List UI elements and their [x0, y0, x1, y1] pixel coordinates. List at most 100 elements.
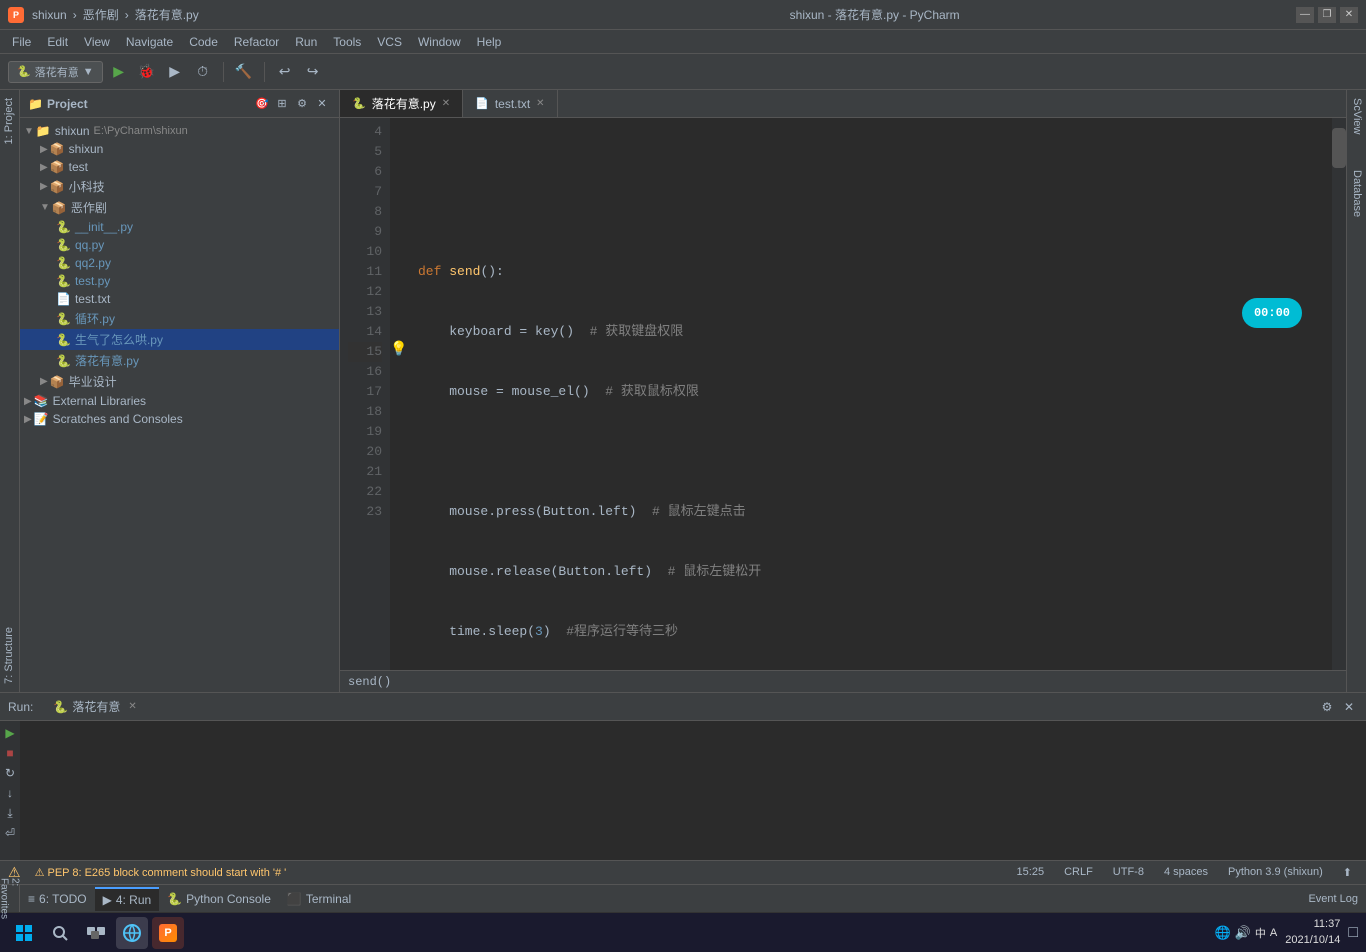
- hide-icon[interactable]: ✕: [313, 95, 331, 113]
- root-path: E:\PyCharm\shixun: [94, 125, 188, 137]
- menu-window[interactable]: Window: [410, 33, 469, 51]
- favorites-sidebar[interactable]: 2: Favorites: [0, 885, 20, 912]
- run-button[interactable]: ▶: [107, 60, 131, 84]
- tab-todo[interactable]: ≡ 6: TODO: [20, 888, 95, 910]
- tree-item-test-module[interactable]: ▶ 📦 test: [20, 158, 339, 176]
- tab-test-close[interactable]: ✕: [536, 98, 544, 109]
- code-line-5: def send():: [418, 262, 1324, 282]
- start-button[interactable]: [8, 917, 40, 949]
- taskbar-search[interactable]: [44, 917, 76, 949]
- run-play-btn[interactable]: ▶: [2, 725, 18, 741]
- init-icon: 🐍: [56, 220, 71, 234]
- menu-run[interactable]: Run: [287, 33, 325, 51]
- status-indent[interactable]: 4 spaces: [1158, 866, 1214, 879]
- status-encoding[interactable]: UTF-8: [1107, 866, 1150, 879]
- tab-python-console[interactable]: 🐍 Python Console: [159, 888, 279, 910]
- menu-file[interactable]: File: [4, 33, 39, 51]
- taskbar-taskview[interactable]: [80, 917, 112, 949]
- run-coverage-button[interactable]: ▶: [163, 60, 187, 84]
- gi-23: [390, 498, 410, 518]
- run-config-selector[interactable]: 🐍 落花有意 ▼: [8, 61, 103, 83]
- tree-root[interactable]: ▼ 📁 shixun E:\PyCharm\shixun: [20, 122, 339, 140]
- tree-item-scratches[interactable]: ▶ 📝 Scratches and Consoles: [20, 410, 339, 428]
- tree-item-qq2[interactable]: 🐍 qq2.py: [20, 254, 339, 272]
- systray-network[interactable]: 🌐: [1215, 925, 1231, 941]
- menu-tools[interactable]: Tools: [325, 33, 369, 51]
- menu-edit[interactable]: Edit: [39, 33, 76, 51]
- taskbar-pycharm[interactable]: P: [152, 917, 184, 949]
- tree-item-testpy[interactable]: 🐍 test.py: [20, 272, 339, 290]
- scview-tab[interactable]: ScView: [1347, 90, 1366, 142]
- gi-12: [390, 278, 410, 298]
- undo-button[interactable]: ↩: [273, 60, 297, 84]
- maximize-button[interactable]: ❐: [1318, 7, 1336, 23]
- tree-item-shengqi[interactable]: 🐍 生气了怎么哄.py: [20, 329, 339, 350]
- run-tab-luohua[interactable]: 🐍 落花有意 ✕: [45, 694, 144, 719]
- run-scroll-down-btn[interactable]: ↓: [2, 785, 18, 801]
- status-line-col[interactable]: 15:25: [1011, 866, 1051, 879]
- event-log-label[interactable]: Event Log: [1308, 893, 1358, 905]
- tree-item-testtxt[interactable]: 📄 test.txt: [20, 290, 339, 308]
- menubar: File Edit View Navigate Code Refactor Ru…: [0, 30, 1366, 54]
- redo-button[interactable]: ↪: [301, 60, 325, 84]
- scrollbar-right[interactable]: [1332, 118, 1346, 670]
- tree-item-luohua[interactable]: 🐍 落花有意.py: [20, 350, 339, 371]
- tab-test[interactable]: 📄 test.txt ✕: [463, 90, 557, 117]
- systray-volume[interactable]: 🔊: [1235, 925, 1251, 941]
- menu-navigate[interactable]: Navigate: [118, 33, 181, 51]
- run-stop-btn[interactable]: ■: [2, 745, 18, 761]
- minimize-button[interactable]: —: [1296, 7, 1314, 23]
- toolbar-separator-2: [264, 62, 265, 82]
- menu-refactor[interactable]: Refactor: [226, 33, 287, 51]
- build-button[interactable]: 🔨: [232, 60, 256, 84]
- clock[interactable]: 11:37 2021/10/14: [1285, 917, 1340, 948]
- database-tab[interactable]: Database: [1347, 162, 1366, 225]
- tab-luohua[interactable]: 🐍 落花有意.py ✕: [340, 90, 463, 117]
- testpy-label: test.py: [75, 274, 110, 288]
- code-line-10: mouse.release(Button.left) # 鼠标左键松开: [418, 562, 1324, 582]
- run-scroll-end-btn[interactable]: ⤓: [2, 805, 18, 821]
- extlib-label: External Libraries: [53, 394, 146, 408]
- systray-input[interactable]: A: [1270, 927, 1277, 939]
- biye-label: 毕业设计: [69, 373, 117, 390]
- tab-luohua-close[interactable]: ✕: [442, 98, 450, 109]
- tree-item-qq[interactable]: 🐍 qq.py: [20, 236, 339, 254]
- settings-icon[interactable]: ⚙: [293, 95, 311, 113]
- tree-item-shixun[interactable]: ▶ 📦 shixun: [20, 140, 339, 158]
- ln-21: 21: [348, 462, 382, 482]
- close-button[interactable]: ✕: [1340, 7, 1358, 23]
- locate-icon[interactable]: 🎯: [253, 95, 271, 113]
- project-tab[interactable]: 1: Project: [0, 90, 19, 152]
- bottom-close-btn[interactable]: ✕: [1340, 698, 1358, 716]
- statusbar: ⚠ ⚠ PEP 8: E265 block comment should sta…: [0, 860, 1366, 884]
- run-tab-close[interactable]: ✕: [128, 701, 136, 712]
- status-python[interactable]: Python 3.9 (shixun): [1222, 866, 1329, 879]
- tree-item-extlib[interactable]: ▶ 📚 External Libraries: [20, 392, 339, 410]
- menu-code[interactable]: Code: [181, 33, 226, 51]
- taskbar-browser[interactable]: [116, 917, 148, 949]
- status-upload-icon[interactable]: ⬆: [1337, 866, 1358, 879]
- menu-view[interactable]: View: [76, 33, 118, 51]
- bottom-settings-btn[interactable]: ⚙: [1318, 698, 1336, 716]
- tab-terminal[interactable]: ⬛ Terminal: [279, 888, 359, 910]
- scrollbar-thumb[interactable]: [1332, 128, 1346, 168]
- left-sidebar-tabs: 1: Project 7: Structure: [0, 90, 20, 692]
- tree-item-biye[interactable]: ▶ 📦 毕业设计: [20, 371, 339, 392]
- tab-run[interactable]: ▶ 4: Run: [95, 887, 160, 911]
- collapse-icon[interactable]: ⊞: [273, 95, 291, 113]
- run-rerun-btn[interactable]: ↻: [2, 765, 18, 781]
- code-editor[interactable]: 00:00 def send(): keyboard = key() # 获取键…: [410, 118, 1332, 670]
- systray-lang[interactable]: 中: [1255, 925, 1266, 941]
- menu-vcs[interactable]: VCS: [369, 33, 410, 51]
- tree-item-ezj[interactable]: ▼ 📦 恶作剧: [20, 197, 339, 218]
- tree-item-init[interactable]: 🐍 __init__.py: [20, 218, 339, 236]
- menu-help[interactable]: Help: [469, 33, 510, 51]
- debug-button[interactable]: 🐞: [135, 60, 159, 84]
- status-crlf[interactable]: CRLF: [1058, 866, 1099, 879]
- tree-item-xiaokej[interactable]: ▶ 📦 小科技: [20, 176, 339, 197]
- notification-button[interactable]: □: [1348, 924, 1358, 942]
- structure-tab[interactable]: 7: Structure: [0, 619, 19, 692]
- tree-item-xunhuan[interactable]: 🐍 循环.py: [20, 308, 339, 329]
- run-wrap-btn[interactable]: ⏎: [2, 825, 18, 841]
- profile-button[interactable]: ⏱: [191, 60, 215, 84]
